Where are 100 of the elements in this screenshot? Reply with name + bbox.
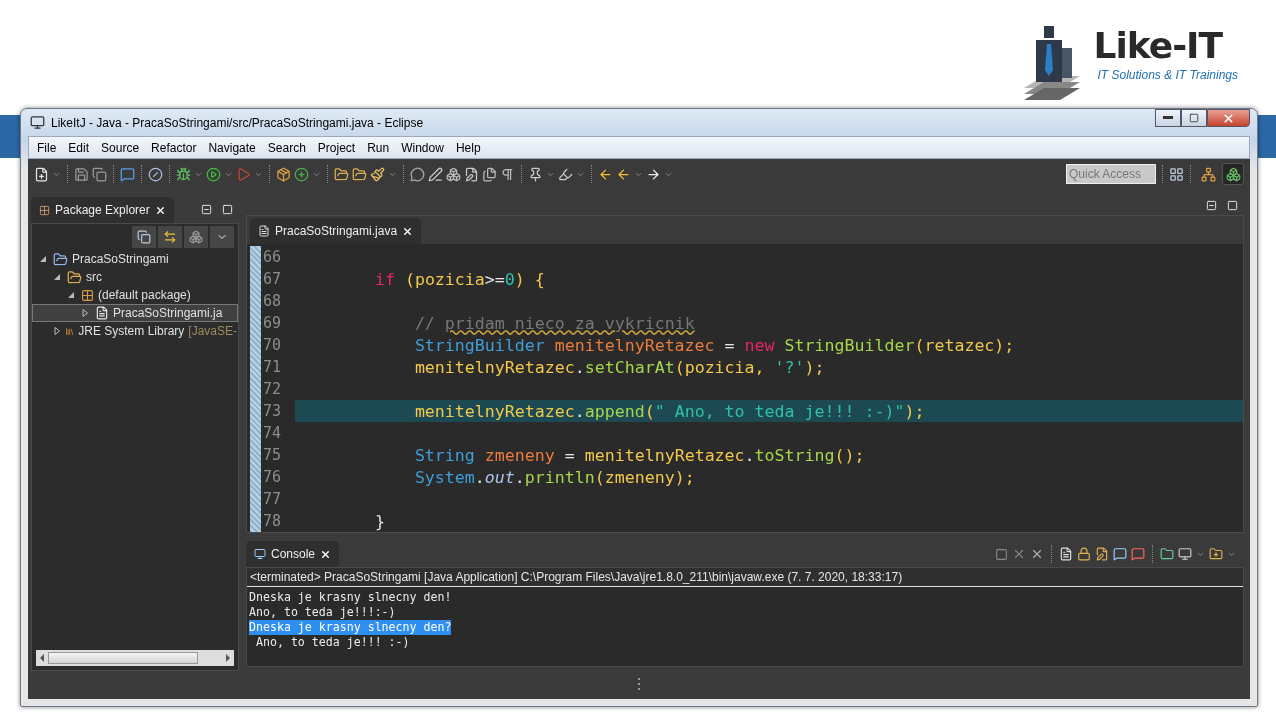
menu-item[interactable]: Search bbox=[261, 138, 312, 157]
menu-item[interactable]: Project bbox=[311, 138, 362, 157]
project-folder-icon bbox=[53, 251, 68, 267]
forward-icon[interactable] bbox=[646, 166, 661, 182]
last-edit-icon[interactable] bbox=[598, 166, 613, 182]
pilcrow-icon[interactable] bbox=[500, 166, 515, 182]
files-icon[interactable] bbox=[482, 166, 497, 182]
close-icon[interactable] bbox=[402, 225, 414, 237]
scroll-right-icon[interactable] bbox=[224, 654, 232, 662]
line-number: 71 bbox=[262, 358, 283, 376]
code-line: } bbox=[374, 511, 385, 531]
java-file-icon bbox=[95, 306, 109, 320]
brush-icon[interactable] bbox=[370, 166, 385, 182]
console-output-line: Dneska je krasny slnecny den! bbox=[249, 590, 452, 605]
package-icon bbox=[39, 204, 50, 216]
skip-breakpoints-icon[interactable] bbox=[148, 166, 163, 182]
arrows-icon bbox=[163, 230, 177, 244]
link-editor-button[interactable] bbox=[158, 226, 182, 248]
line-number: 72 bbox=[262, 380, 283, 398]
collapse-icon bbox=[137, 230, 151, 244]
tree-item-label[interactable]: src bbox=[86, 270, 102, 284]
folder-icon bbox=[67, 269, 82, 285]
quick-access-field[interactable]: Quick Access bbox=[1066, 164, 1156, 184]
remove-all-icon[interactable] bbox=[1030, 547, 1044, 561]
java-perspective-button[interactable] bbox=[1222, 163, 1244, 185]
scroll-left-icon[interactable] bbox=[38, 654, 46, 662]
pin-icon[interactable] bbox=[528, 166, 543, 182]
menu-item[interactable]: Window bbox=[395, 138, 450, 157]
maximize-icon[interactable] bbox=[1227, 199, 1238, 211]
line-number: 75 bbox=[262, 446, 283, 464]
terminate-icon[interactable] bbox=[995, 547, 1008, 561]
maximize-icon bbox=[1189, 113, 1199, 123]
save-all-icon[interactable] bbox=[92, 166, 107, 182]
minimize-icon bbox=[1163, 116, 1173, 120]
debug-icon[interactable] bbox=[176, 166, 191, 182]
display-console-icon[interactable] bbox=[1178, 547, 1192, 561]
expanded-arrow-icon[interactable] bbox=[67, 291, 75, 299]
minimize-icon[interactable] bbox=[201, 203, 212, 215]
editor-tab[interactable]: PracaSoStringami.java bbox=[250, 218, 422, 244]
horizontal-scrollbar[interactable] bbox=[36, 650, 234, 666]
collapse-all-button[interactable] bbox=[132, 226, 156, 248]
menu-item[interactable]: Edit bbox=[62, 138, 96, 157]
boxes-icon bbox=[1225, 166, 1241, 182]
line-number: 70 bbox=[262, 336, 283, 354]
tree-item-label[interactable]: PracaSoStringami.ja bbox=[113, 306, 223, 320]
open-folder-icon[interactable] bbox=[352, 166, 367, 182]
package-icon bbox=[81, 288, 94, 302]
drag-handle-icon[interactable] bbox=[637, 678, 641, 692]
line-number: 66 bbox=[262, 248, 283, 266]
tree-item-label[interactable]: (default package) bbox=[98, 288, 191, 302]
minimize-button[interactable] bbox=[1155, 109, 1181, 127]
new-class-icon[interactable] bbox=[294, 166, 309, 182]
view-menu-button[interactable] bbox=[210, 226, 234, 248]
menu-item[interactable]: Source bbox=[95, 138, 146, 157]
comment-icon[interactable] bbox=[410, 166, 425, 182]
menu-item[interactable]: Help bbox=[449, 138, 487, 157]
open-perspective-icon[interactable] bbox=[1169, 166, 1184, 182]
scrollbar-thumb[interactable] bbox=[48, 652, 198, 664]
save-icon[interactable] bbox=[74, 166, 89, 182]
focus-button[interactable] bbox=[184, 226, 208, 248]
open-console-icon[interactable] bbox=[1209, 547, 1223, 561]
maximize-icon[interactable] bbox=[222, 203, 233, 215]
menu-item[interactable]: Navigate bbox=[202, 138, 262, 157]
line-number: 77 bbox=[262, 490, 283, 508]
collapsed-arrow-icon[interactable] bbox=[53, 327, 61, 335]
expanded-arrow-icon[interactable] bbox=[53, 273, 61, 281]
menu-item[interactable]: Run bbox=[361, 138, 396, 157]
console-tab[interactable]: Console bbox=[246, 541, 340, 567]
console-output-line: Ano, to teda je!!! :-) bbox=[254, 635, 410, 650]
close-icon[interactable] bbox=[154, 204, 166, 216]
edit-file-icon[interactable] bbox=[464, 166, 479, 182]
package-explorer-tab[interactable]: Package Explorer bbox=[31, 197, 174, 223]
boxes-icon[interactable] bbox=[446, 166, 461, 182]
tree-item-label[interactable]: PracaSoStringami bbox=[72, 252, 169, 266]
console-output-line: Ano, to teda je!!!:-) bbox=[249, 605, 396, 620]
window-title: LikeItJ - Java - PracaSoStringami/src/PracaSoStringami.java - Eclipse bbox=[51, 115, 425, 130]
code-line: menitelnyRetazec.setCharAt(pozicia, '?'); bbox=[414, 357, 825, 377]
tree-item-label[interactable]: JRE System Library bbox=[78, 324, 185, 338]
collapsed-arrow-icon[interactable] bbox=[81, 309, 89, 317]
menu-item[interactable]: File bbox=[31, 138, 63, 157]
menu-item[interactable]: Refactor bbox=[145, 138, 203, 157]
back-icon[interactable] bbox=[616, 166, 631, 182]
scroll-lock-icon[interactable] bbox=[1077, 547, 1091, 561]
logo-tagline: IT Solutions & IT Trainings bbox=[1097, 68, 1238, 82]
remove-launch-icon[interactable] bbox=[1012, 547, 1026, 561]
run-icon[interactable] bbox=[206, 166, 221, 182]
logo-name: Like-IT bbox=[1093, 24, 1224, 68]
message-icon[interactable] bbox=[120, 166, 135, 182]
minimize-icon[interactable] bbox=[1206, 199, 1217, 211]
pen-icon[interactable] bbox=[428, 166, 443, 182]
code-line: // pridam nieco za vykricnik bbox=[414, 313, 695, 333]
close-button[interactable] bbox=[1207, 109, 1250, 127]
line-number: 69 bbox=[262, 314, 283, 332]
expanded-arrow-icon[interactable] bbox=[39, 255, 47, 263]
selected-tree-row[interactable]: PracaSoStringami.ja bbox=[32, 304, 238, 322]
new-file-icon[interactable] bbox=[34, 166, 49, 182]
close-icon[interactable] bbox=[320, 548, 332, 560]
code-line: StringBuilder menitelnyRetazec = new StringBuilder(retazec); bbox=[414, 335, 1015, 355]
maximize-button[interactable] bbox=[1181, 109, 1207, 127]
new-project-icon[interactable] bbox=[276, 166, 291, 182]
